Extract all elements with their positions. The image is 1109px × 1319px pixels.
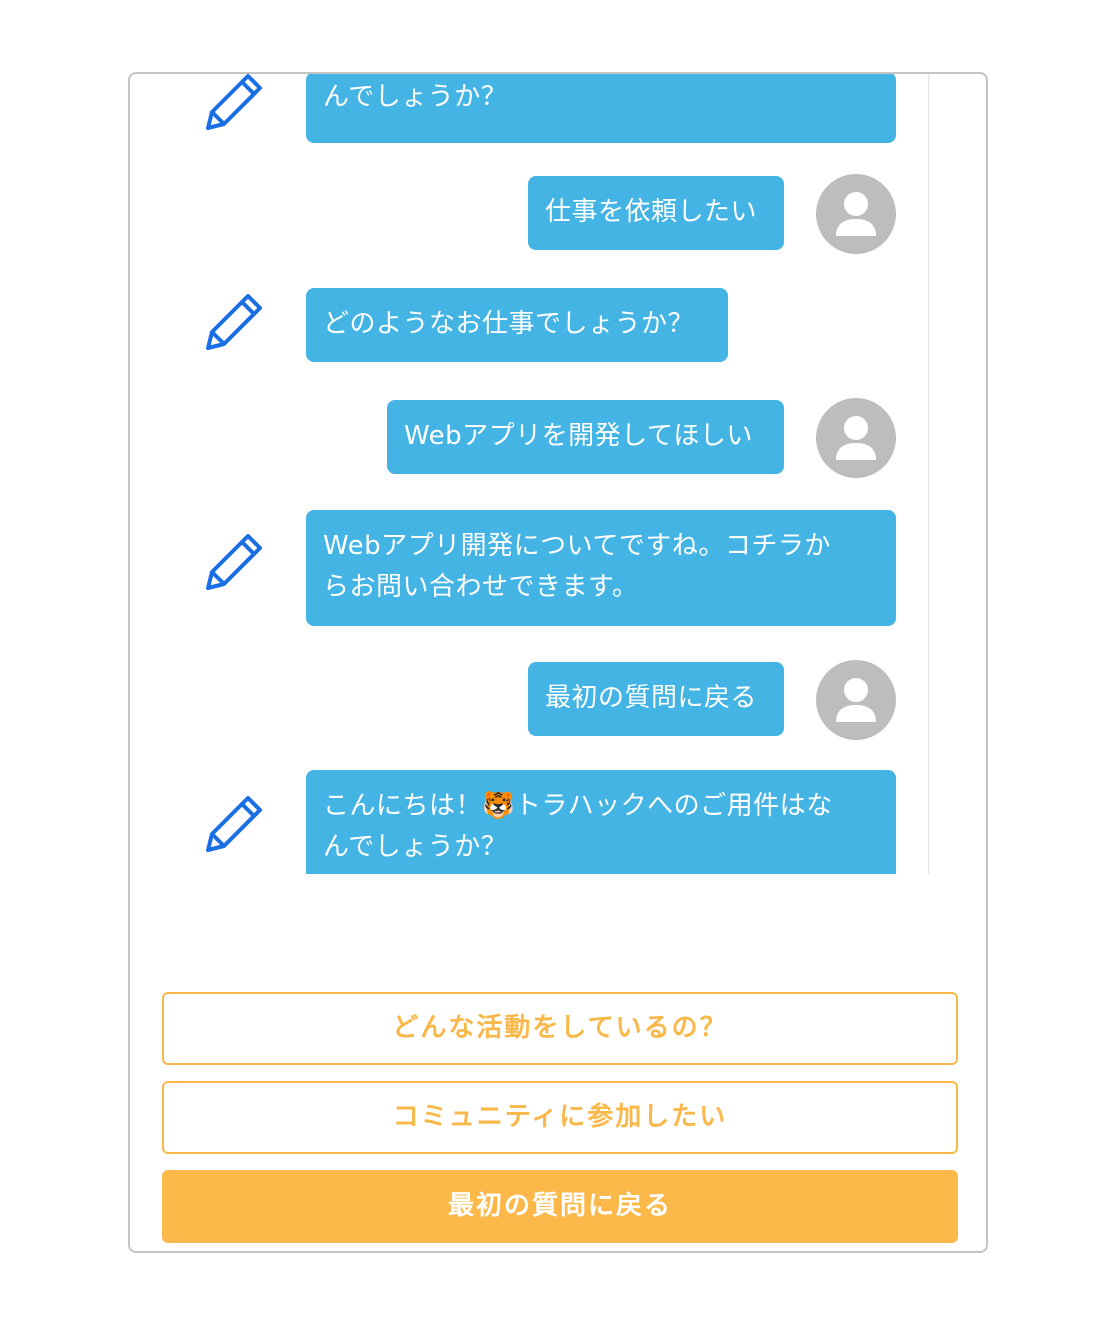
bot-message: どのようなお仕事でしょうか？ [306,288,728,362]
message-line: らお問い合わせできます。 [323,572,639,602]
pencil-icon [206,534,262,590]
bot-message: こんにちは！🐯トラハックへのご用件はな んでしょうか？ [306,770,896,874]
choice-button-back-to-start[interactable]: 最初の質問に戻る [162,1170,958,1243]
message-line: こんにちは！🐯トラハックへのご用件はな [323,791,833,821]
pencil-icon [206,74,262,130]
user-avatar-icon [816,174,896,254]
user-avatar-icon [816,398,896,478]
chat-log[interactable]: んでしょうか？ 仕事を依頼したい どのようなお仕事でしょうか？ Webアプリを開… [130,74,930,874]
pencil-icon [206,796,262,852]
bot-message: んでしょうか？ [306,74,896,143]
user-message: 最初の質問に戻る [528,662,784,736]
message-text: Webアプリを開発してほしい [404,421,753,451]
message-text: 最初の質問に戻る [545,683,758,713]
choice-button-activities[interactable]: どんな活動をしているの？ [162,992,958,1065]
bot-message: Webアプリ開発についてですね。コチラか らお問い合わせできます。 [306,510,896,626]
chat-scrollbar-track[interactable] [928,74,930,874]
choice-button-join-community[interactable]: コミュニティに参加したい [162,1081,958,1154]
user-message: Webアプリを開発してほしい [387,400,784,474]
user-message: 仕事を依頼したい [528,176,784,250]
message-line: Webアプリ開発についてですね。コチラか [323,531,831,561]
message-text: 仕事を依頼したい [545,197,758,227]
user-avatar-icon [816,660,896,740]
message-line: どのようなお仕事でしょうか？ [323,309,695,339]
message-line: んでしょうか？ [323,82,508,112]
message-line: んでしょうか？ [323,832,508,862]
pencil-icon [206,294,262,350]
chat-widget: んでしょうか？ 仕事を依頼したい どのようなお仕事でしょうか？ Webアプリを開… [128,72,988,1253]
